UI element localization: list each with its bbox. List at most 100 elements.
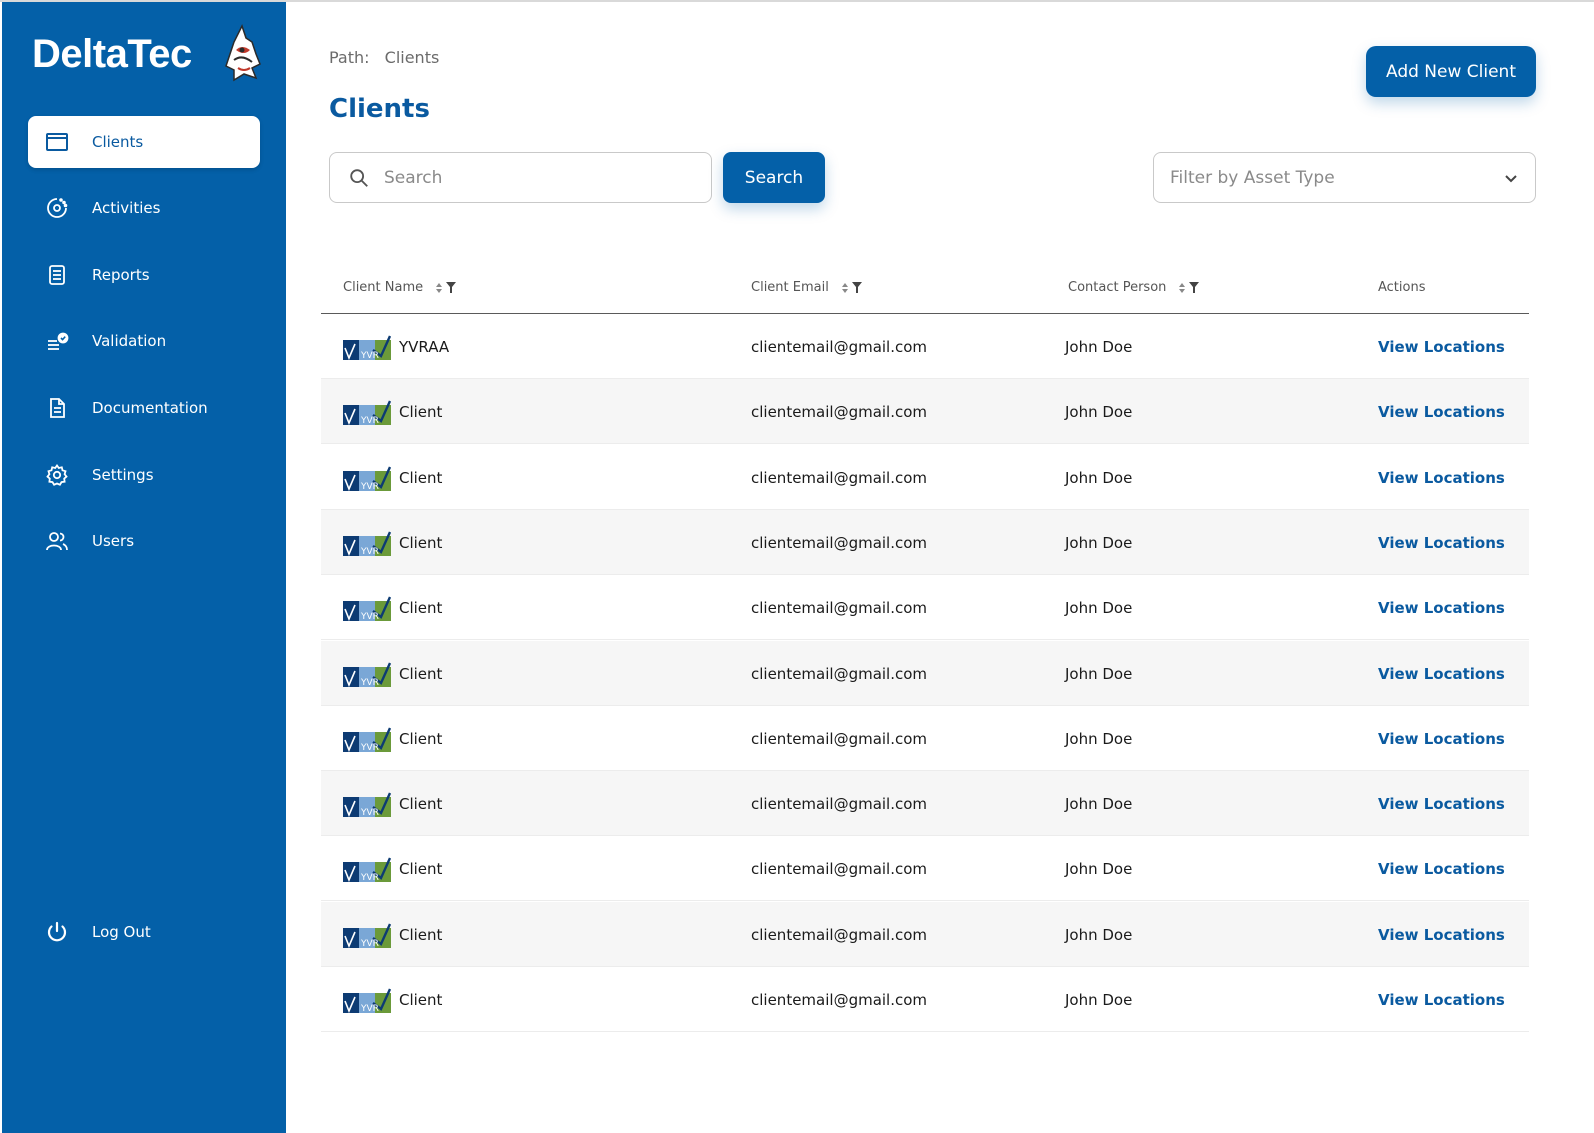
logout-label: Log Out [92,923,151,941]
client-name: Client [399,990,443,1009]
client-email-cell: clientemail@gmail.com [751,641,927,706]
view-locations-link[interactable]: View Locations [1378,665,1505,683]
contact-person-cell: John Doe [1065,510,1132,575]
sidebar-item-documentation[interactable]: Documentation [28,382,260,434]
client-name-cell: YVR Client [343,836,442,901]
sidebar-item-settings[interactable]: Settings [28,449,260,501]
client-email: clientemail@gmail.com [751,859,928,878]
client-logo: YVR [343,596,391,621]
search-input[interactable] [384,167,684,188]
sidebar-item-reports[interactable]: Reports [28,249,260,301]
contact-person: John Doe [1065,664,1133,683]
sidebar-item-activities[interactable]: Activities [28,182,260,234]
client-name-cell: YVR YVRAA [343,314,449,379]
client-email: clientemail@gmail.com [751,598,928,617]
view-locations-link[interactable]: View Locations [1378,469,1505,487]
view-locations-link[interactable]: View Locations [1378,338,1505,356]
view-locations-link[interactable]: View Locations [1378,403,1505,421]
column-header-actions: Actions [1378,280,1426,295]
table-row: YVR Client clientemail@gmail.com John Do… [321,706,1529,771]
emblem-icon [225,24,261,82]
filter-icon[interactable] [851,282,862,293]
view-locations-link[interactable]: View Locations [1378,730,1505,748]
sidebar-item-label: Activities [92,199,161,217]
breadcrumb-current[interactable]: Clients [385,48,440,67]
sidebar-item-label: Clients [92,133,144,151]
search-field[interactable] [329,152,712,203]
client-name: Client [399,859,443,878]
client-logo: YVR [343,466,391,491]
sidebar-item-users[interactable]: Users [28,515,260,567]
client-logo: YVR [343,857,391,882]
svg-text:YVR: YVR [360,808,379,817]
client-name-cell: YVR Client [343,771,442,836]
client-logo: YVR [343,335,391,360]
view-locations-link[interactable]: View Locations [1378,599,1505,617]
sidebar-item-clients[interactable]: Clients [28,116,260,168]
contact-person-cell: John Doe [1065,575,1132,640]
table-row: YVR Client clientemail@gmail.com John Do… [321,575,1529,640]
view-locations-link[interactable]: View Locations [1378,991,1505,1009]
column-label: Contact Person [1068,280,1167,295]
client-logo: YVR [343,988,391,1013]
filter-icon[interactable] [1189,282,1200,293]
actions-cell: View Locations [1378,445,1505,510]
contact-person-cell: John Doe [1065,967,1132,1032]
client-name: Client [399,533,443,552]
view-locations-link[interactable]: View Locations [1378,926,1505,944]
sort-icon[interactable] [1178,282,1186,294]
client-email-cell: clientemail@gmail.com [751,314,927,379]
svg-text:YVR: YVR [360,939,379,948]
power-icon [44,919,70,945]
contact-person-cell: John Doe [1065,771,1132,836]
client-email-cell: clientemail@gmail.com [751,836,927,901]
contact-person-cell: John Doe [1065,902,1132,967]
validation-icon [44,328,70,354]
view-locations-link[interactable]: View Locations [1378,860,1505,878]
svg-text:YVR: YVR [360,416,379,425]
contact-person: John Doe [1065,337,1133,356]
column-label: Actions [1378,280,1426,295]
add-new-client-button[interactable]: Add New Client [1366,46,1536,97]
contact-person: John Doe [1065,598,1133,617]
client-email: clientemail@gmail.com [751,990,928,1009]
column-label: Client Email [751,280,829,295]
actions-cell: View Locations [1378,575,1505,640]
view-locations-link[interactable]: View Locations [1378,795,1505,813]
view-locations-link[interactable]: View Locations [1378,534,1505,552]
svg-text:YVR: YVR [360,873,379,882]
sort-icon[interactable] [435,282,443,294]
client-logo: YVR [343,792,391,817]
svg-text:YVR: YVR [360,547,379,556]
search-button[interactable]: Search [723,152,825,203]
client-name: Client [399,729,443,748]
contact-person: John Doe [1065,990,1133,1009]
contact-person: John Doe [1065,925,1133,944]
svg-text:YVR: YVR [360,612,379,621]
client-name-cell: YVR Client [343,510,442,575]
table-row: YVR Client clientemail@gmail.com John Do… [321,510,1529,575]
users-icon [44,528,70,554]
client-logo: YVR [343,727,391,752]
logout-button[interactable]: Log Out [28,906,260,958]
table-row: YVR Client clientemail@gmail.com John Do… [321,445,1529,510]
report-icon [44,262,70,288]
sidebar-item-validation[interactable]: Validation [28,315,260,367]
table-row: YVR Client clientemail@gmail.com John Do… [321,641,1529,706]
column-label: Client Name [343,280,424,295]
sort-icon[interactable] [841,282,849,294]
table-row: YVR Client clientemail@gmail.com John Do… [321,836,1529,901]
client-name: Client [399,664,443,683]
contact-person-cell: John Doe [1065,836,1132,901]
client-name: Client [399,598,443,617]
contact-person-cell: John Doe [1065,706,1132,771]
contact-person: John Doe [1065,468,1133,487]
sidebar-item-label: Users [92,532,135,550]
client-email-cell: clientemail@gmail.com [751,575,927,640]
document-icon [44,395,70,421]
contact-person: John Doe [1065,533,1133,552]
asset-type-filter[interactable]: Filter by Asset Type [1153,152,1536,203]
client-email-cell: clientemail@gmail.com [751,510,927,575]
filter-icon[interactable] [446,282,457,293]
svg-text:YVR: YVR [360,743,379,752]
